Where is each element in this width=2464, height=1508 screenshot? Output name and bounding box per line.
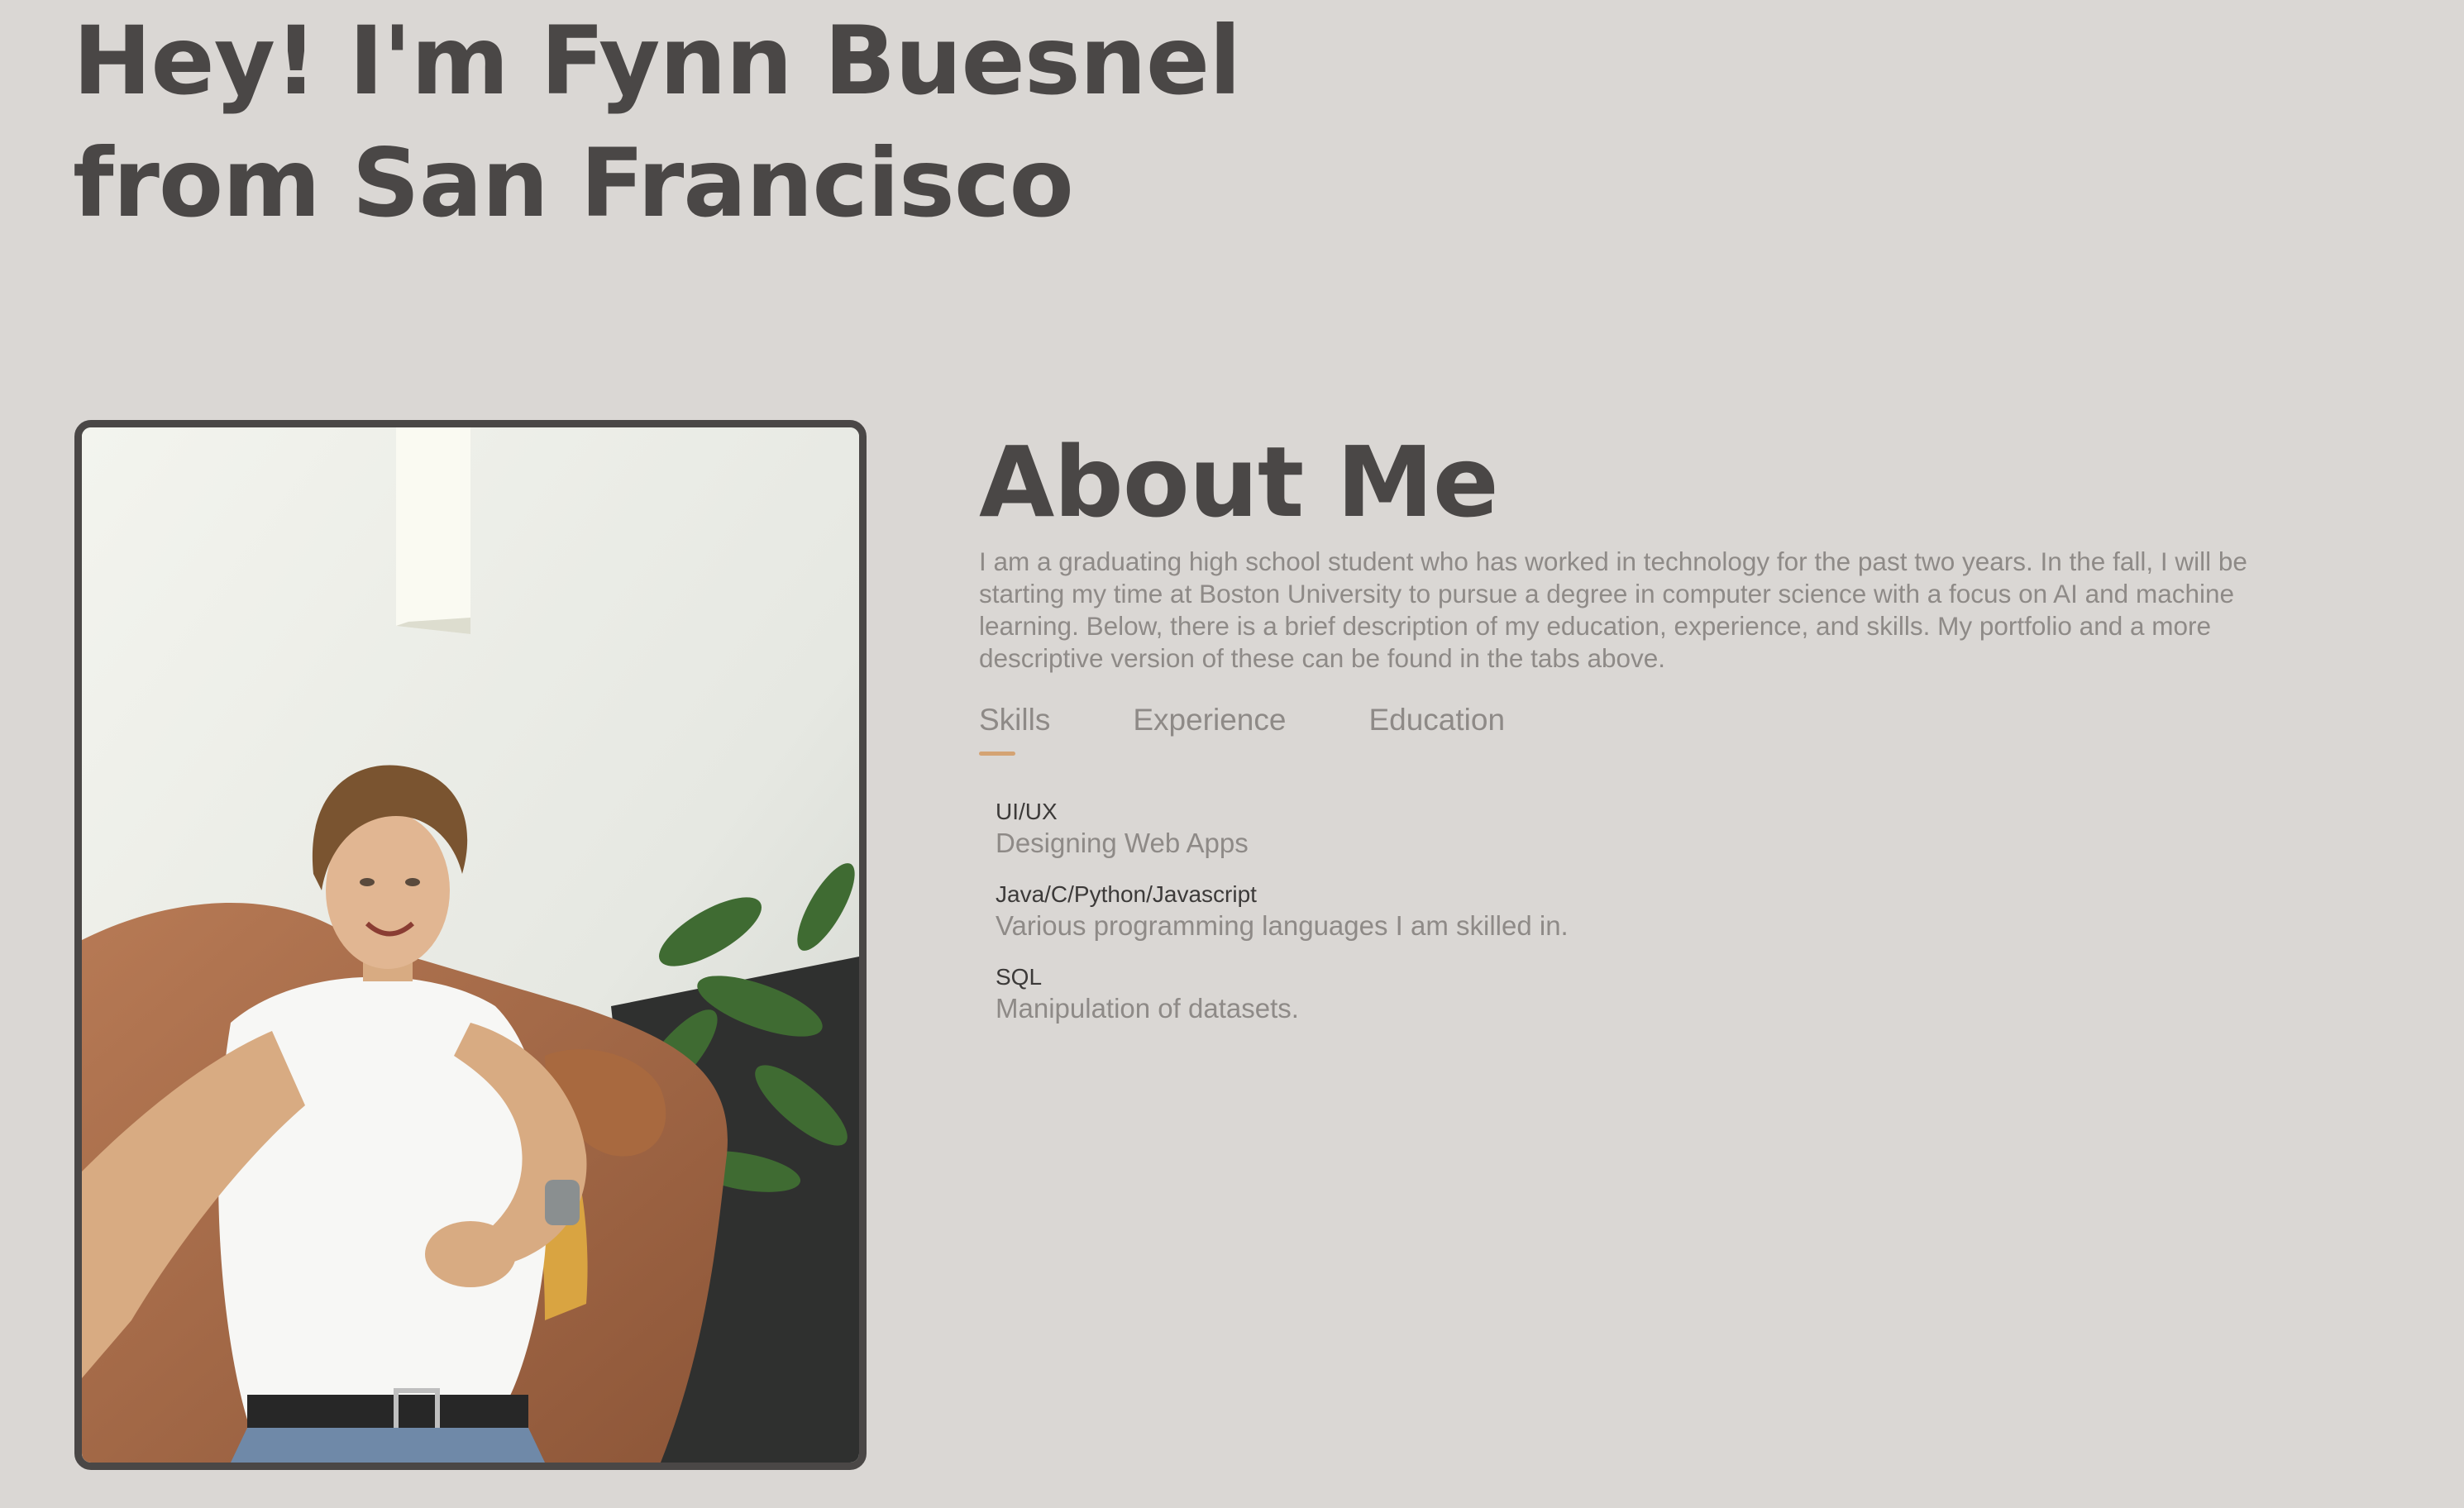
tab-experience[interactable]: Experience [1133, 699, 1286, 756]
list-item: UI/UX Designing Web Apps [996, 797, 2335, 860]
hero-line-2: from San Francisco [73, 128, 1074, 238]
about-title: About Me [979, 425, 1499, 539]
profile-photo-illustration [82, 427, 859, 1463]
skill-description: Various programming languages I am skill… [996, 910, 1569, 941]
list-item: Java/C/Python/Javascript Various program… [996, 880, 2335, 942]
hero-line-1: Hey! I'm Fynn Buesnel [73, 6, 1241, 116]
about-tabs: Skills Experience Education [979, 699, 2335, 756]
tab-education[interactable]: Education [1368, 699, 1505, 756]
about-section: About Me I am a graduating high school s… [979, 420, 2335, 1045]
skill-description: Designing Web Apps [996, 828, 1249, 858]
skills-list: UI/UX Designing Web Apps Java/C/Python/J… [996, 797, 2335, 1025]
skill-name: Java/C/Python/Javascript [996, 881, 1257, 907]
about-description: I am a graduating high school student wh… [979, 546, 2247, 673]
skill-name: UI/UX [996, 799, 1058, 824]
profile-photo [74, 420, 867, 1470]
skill-description: Manipulation of datasets. [996, 993, 1299, 1024]
hero-title: Hey! I'm Fynn Buesnel from San Francisco [73, 0, 1241, 245]
list-item: SQL Manipulation of datasets. [996, 962, 2335, 1025]
skill-name: SQL [996, 964, 1043, 990]
tab-skills[interactable]: Skills [979, 699, 1050, 756]
